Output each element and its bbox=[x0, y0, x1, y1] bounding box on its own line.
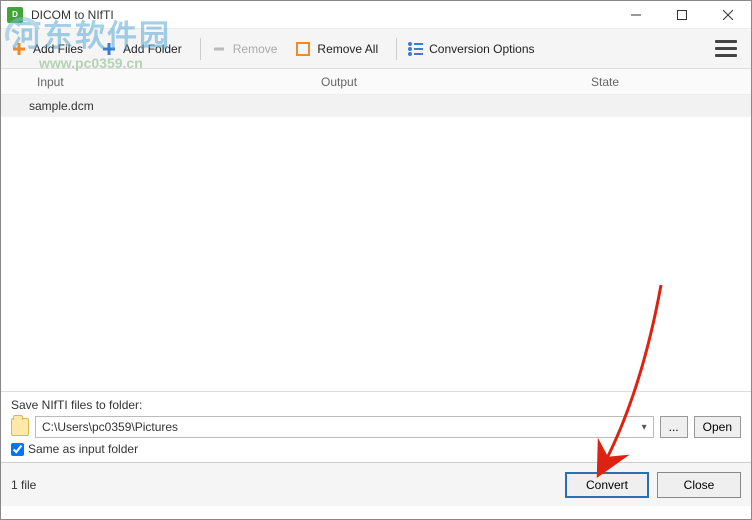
status-text: 1 file bbox=[11, 478, 36, 492]
maximize-button[interactable] bbox=[659, 1, 705, 29]
add-files-label: Add Files bbox=[33, 42, 83, 56]
app-icon: D bbox=[7, 7, 23, 23]
plus-icon bbox=[101, 41, 117, 57]
hamburger-icon bbox=[715, 40, 737, 43]
folder-icon bbox=[11, 418, 29, 436]
add-folder-button[interactable]: Add Folder bbox=[101, 41, 182, 57]
close-window-button[interactable] bbox=[705, 1, 751, 29]
list-header: Input Output State bbox=[1, 69, 751, 95]
remove-label: Remove bbox=[233, 42, 278, 56]
minimize-button[interactable] bbox=[613, 1, 659, 29]
window-title: DICOM to NIfTI bbox=[31, 8, 114, 22]
open-folder-button[interactable]: Open bbox=[694, 416, 741, 438]
footer-bar: 1 file Convert Close bbox=[1, 462, 751, 506]
conversion-options-button[interactable]: Conversion Options bbox=[407, 41, 534, 57]
title-bar: D DICOM to NIfTI bbox=[1, 1, 751, 29]
close-button[interactable]: Close bbox=[657, 472, 741, 498]
column-output[interactable]: Output bbox=[321, 75, 591, 89]
convert-button[interactable]: Convert bbox=[565, 472, 649, 498]
square-icon bbox=[295, 41, 311, 57]
remove-button[interactable]: Remove bbox=[211, 41, 278, 57]
same-as-input-label: Same as input folder bbox=[28, 442, 138, 456]
save-section: Save NIfTI files to folder: C:\Users\pc0… bbox=[1, 391, 751, 462]
main-toolbar: Add Files Add Folder Remove Remove All C… bbox=[1, 29, 751, 69]
remove-all-label: Remove All bbox=[317, 42, 378, 56]
list-item[interactable]: sample.dcm bbox=[1, 95, 751, 117]
minus-icon bbox=[211, 41, 227, 57]
same-as-input-row[interactable]: Same as input folder bbox=[11, 442, 741, 456]
menu-button[interactable] bbox=[711, 36, 741, 61]
same-as-input-checkbox[interactable] bbox=[11, 443, 24, 456]
maximize-icon bbox=[677, 10, 687, 20]
remove-all-button[interactable]: Remove All bbox=[295, 41, 378, 57]
add-folder-label: Add Folder bbox=[123, 42, 182, 56]
toolbar-separator bbox=[200, 38, 201, 60]
save-label: Save NIfTI files to folder: bbox=[11, 398, 741, 412]
column-state[interactable]: State bbox=[591, 75, 751, 89]
browse-button[interactable]: ... bbox=[660, 416, 688, 438]
conversion-options-label: Conversion Options bbox=[429, 42, 534, 56]
output-path-text: C:\Users\pc0359\Pictures bbox=[42, 420, 178, 434]
output-path-combo[interactable]: C:\Users\pc0359\Pictures ▾ bbox=[35, 416, 654, 438]
file-list[interactable]: sample.dcm bbox=[1, 95, 751, 391]
list-icon bbox=[407, 41, 423, 57]
toolbar-separator bbox=[396, 38, 397, 60]
column-input[interactable]: Input bbox=[1, 75, 321, 89]
chevron-down-icon: ▾ bbox=[642, 422, 647, 433]
plus-icon bbox=[11, 41, 27, 57]
add-files-button[interactable]: Add Files bbox=[11, 41, 83, 57]
minimize-icon bbox=[631, 10, 641, 20]
cell-input: sample.dcm bbox=[1, 99, 321, 113]
close-icon bbox=[723, 10, 733, 20]
